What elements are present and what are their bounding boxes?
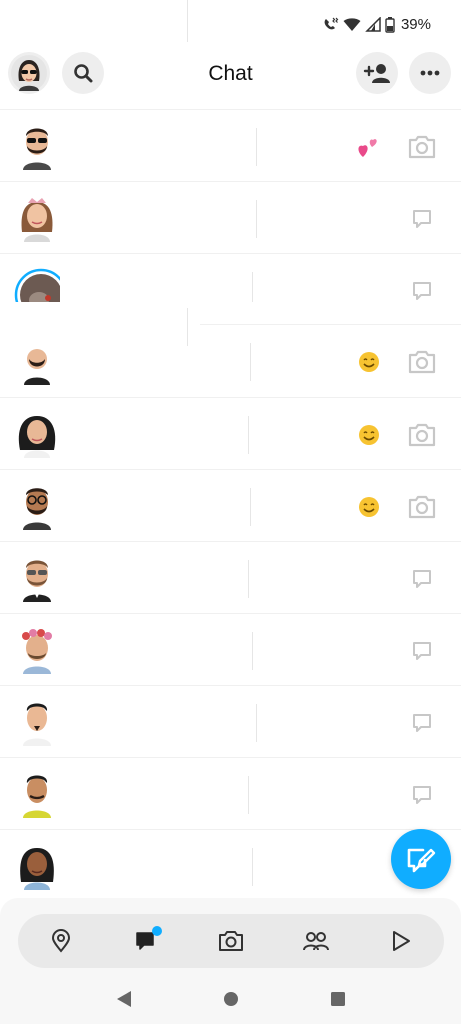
smiling-face-icon xyxy=(359,425,379,445)
more-icon xyxy=(420,70,440,76)
chat-row[interactable] xyxy=(0,181,461,254)
battery-icon xyxy=(385,16,395,33)
chat-bubble-icon xyxy=(413,642,431,660)
camera-icon xyxy=(408,350,436,374)
camera-reply-button[interactable] xyxy=(405,130,439,164)
more-button[interactable] xyxy=(409,52,451,94)
friends-icon xyxy=(303,932,330,951)
bitmoji-avatar xyxy=(18,416,56,458)
nav-camera[interactable] xyxy=(211,921,251,961)
overlay-strip xyxy=(0,302,461,346)
system-navigation xyxy=(0,984,461,1014)
smiling-face-icon xyxy=(359,497,379,517)
chat-reply-button[interactable] xyxy=(405,706,439,740)
system-home-button[interactable] xyxy=(216,984,246,1014)
bitmoji-avatar xyxy=(23,128,51,170)
strip-line xyxy=(200,324,461,325)
bitmoji-avatar xyxy=(20,848,54,890)
chat-bubble-icon xyxy=(413,210,431,228)
row-divider xyxy=(252,632,253,670)
recents-icon xyxy=(330,992,345,1006)
back-icon xyxy=(116,991,131,1007)
chat-reply-button[interactable] xyxy=(405,202,439,236)
row-divider xyxy=(248,560,249,598)
add-friend-button[interactable] xyxy=(356,52,398,94)
nav-pill xyxy=(18,914,444,968)
status-divider xyxy=(187,0,188,42)
status-icons: 39% xyxy=(321,16,431,33)
chat-row[interactable] xyxy=(0,613,461,686)
wifi-icon xyxy=(343,18,361,31)
chat-bubble-icon xyxy=(413,786,431,804)
chat-bubble-icon xyxy=(413,714,431,732)
strip-divider xyxy=(187,308,188,346)
new-chat-button[interactable] xyxy=(391,829,451,889)
header: Chat xyxy=(0,50,461,100)
camera-icon xyxy=(218,931,243,951)
nav-map[interactable] xyxy=(41,921,81,961)
bitmoji-avatar xyxy=(23,560,51,602)
signal-icon xyxy=(365,17,381,32)
row-divider xyxy=(256,704,257,742)
vibrate-call-icon xyxy=(324,17,339,29)
camera-icon xyxy=(408,135,436,159)
home-icon xyxy=(223,992,238,1006)
bitmoji-avatar xyxy=(23,703,51,746)
chat-bubble-icon xyxy=(413,282,431,300)
smiling-face-icon xyxy=(359,352,379,372)
chat-row[interactable] xyxy=(0,397,461,470)
bitmoji-avatar xyxy=(23,488,51,530)
row-divider xyxy=(256,200,257,238)
chat-row[interactable] xyxy=(0,469,461,542)
chat-reply-button[interactable] xyxy=(405,778,439,812)
battery-percent: 39% xyxy=(400,16,431,33)
row-divider xyxy=(256,128,257,166)
camera-icon xyxy=(408,495,436,519)
chat-row[interactable] xyxy=(0,757,461,830)
map-pin-icon xyxy=(51,929,70,953)
nav-chat[interactable] xyxy=(126,921,166,961)
row-divider xyxy=(250,488,251,526)
camera-reply-button[interactable] xyxy=(405,418,439,452)
chat-row[interactable] xyxy=(0,109,461,182)
row-divider xyxy=(252,848,253,886)
camera-reply-button[interactable] xyxy=(405,490,439,524)
unread-badge xyxy=(151,926,162,936)
system-recents-button[interactable] xyxy=(323,984,353,1014)
chat-reply-button[interactable] xyxy=(405,562,439,596)
add-friend-icon xyxy=(363,64,390,83)
camera-icon xyxy=(408,423,436,447)
status-bar: 39% xyxy=(0,0,461,46)
camera-reply-button[interactable] xyxy=(405,345,439,379)
bitmoji-avatar xyxy=(22,629,52,674)
system-back-button[interactable] xyxy=(109,984,139,1014)
chat-row[interactable] xyxy=(0,541,461,614)
snapchat-chat-screen: 39% Chat xyxy=(0,0,461,1024)
two-hearts-icon xyxy=(358,139,377,157)
row-divider xyxy=(250,343,251,381)
nav-friends[interactable] xyxy=(296,921,336,961)
bitmoji-avatar xyxy=(23,775,51,818)
row-divider xyxy=(248,416,249,454)
new-chat-icon xyxy=(407,848,436,873)
bottom-navigation xyxy=(0,898,461,1024)
bitmoji-avatar xyxy=(24,349,50,385)
row-divider xyxy=(248,776,249,814)
chat-row[interactable] xyxy=(0,685,461,758)
chat-bubble-icon xyxy=(413,570,431,588)
chat-reply-button[interactable] xyxy=(405,634,439,668)
nav-spotlight[interactable] xyxy=(381,921,421,961)
play-icon xyxy=(393,931,411,951)
bitmoji-avatar xyxy=(21,198,53,242)
